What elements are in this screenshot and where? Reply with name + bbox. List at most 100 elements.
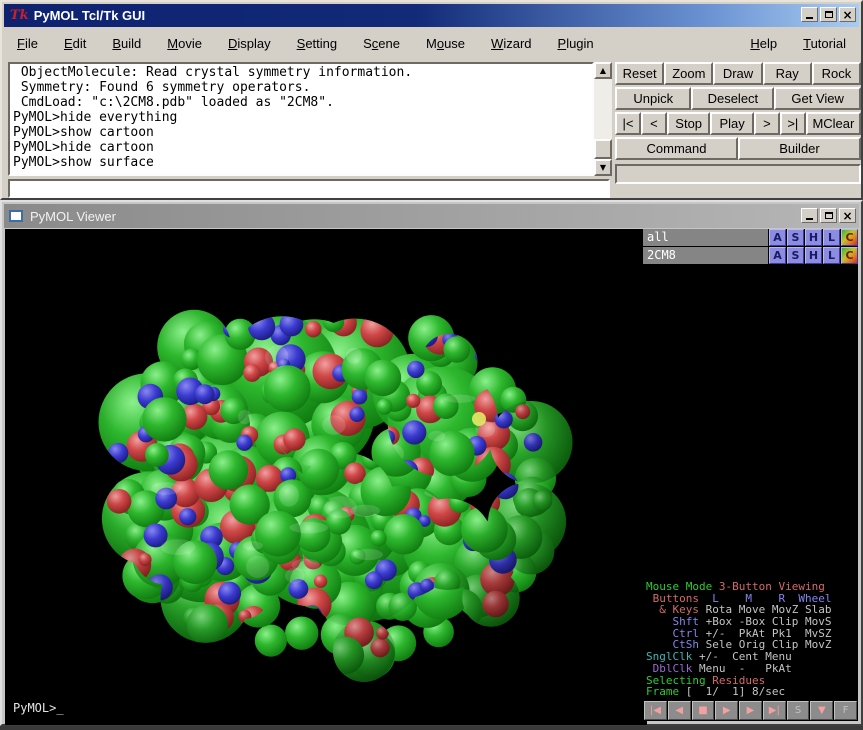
expand-icon: ▼ (818, 706, 826, 716)
button-row-3: |<<StopPlay>>|MClear (615, 112, 861, 135)
console-line: PyMOL>hide everything (13, 110, 589, 125)
tk-logo-icon: Tk (10, 8, 29, 23)
menu-item-display[interactable]: Display (215, 32, 284, 55)
btn-button[interactable]: < (641, 112, 667, 135)
play-button[interactable]: ▶ (715, 701, 738, 720)
menu-item-movie[interactable]: Movie (154, 32, 215, 55)
viewer-window-icon (9, 210, 23, 222)
object-side-panel: allASHLC2CM8ASHLC Mouse Mode 3-Button Vi… (643, 229, 858, 721)
maximize-button[interactable] (820, 208, 837, 223)
menu-item-plugin[interactable]: Plugin (545, 32, 607, 55)
maximize-icon (825, 11, 833, 18)
object-all-button-h[interactable]: H (805, 229, 822, 246)
mclear-button[interactable]: MClear (806, 112, 861, 135)
movie-vcr-controls: |◀◀ ■ ▶ ▶ ▶| S ▼ F (644, 701, 857, 720)
command-input[interactable] (8, 179, 610, 198)
menu-item-edit[interactable]: Edit (51, 32, 99, 55)
menu-item-build[interactable]: Build (99, 32, 154, 55)
step-forward-icon: ▶ (747, 706, 755, 716)
maximize-button[interactable] (820, 7, 837, 22)
minimize-button[interactable] (801, 208, 818, 223)
btn-button[interactable]: > (754, 112, 780, 135)
ray-button[interactable]: Ray (763, 62, 812, 85)
stop-icon: ■ (698, 706, 707, 716)
object-2cm8-button-c[interactable]: C (841, 247, 858, 264)
fullscreen-icon: F (843, 706, 849, 716)
command-button[interactable]: Command (615, 137, 738, 160)
tk-gui-titlebar[interactable]: Tk PyMOL Tcl/Tk GUI × (4, 4, 859, 27)
deselect-button[interactable]: Deselect (691, 87, 774, 110)
object-row-2cm8: 2CM8ASHLC (643, 247, 858, 264)
rock-button[interactable]: Rock (812, 62, 861, 85)
btn-button[interactable]: >| (780, 112, 806, 135)
expand-button[interactable]: ▼ (810, 701, 833, 720)
console-scrollbar[interactable]: ▲ ▼ (594, 62, 612, 176)
object-2cm8-button-l[interactable]: L (823, 247, 840, 264)
close-button[interactable]: × (839, 7, 856, 22)
object-all-button-c[interactable]: C (841, 229, 858, 246)
forward-end-button[interactable]: ▶| (763, 701, 786, 720)
menu-item-setting[interactable]: Setting (284, 32, 350, 55)
step-forward-button[interactable]: ▶ (739, 701, 762, 720)
console-line: PyMOL>show surface (13, 155, 589, 170)
console-line: Symmetry: Found 6 symmetry operators. (13, 80, 589, 95)
molecule-viewport[interactable] (5, 229, 647, 725)
fullscreen-button[interactable]: F (834, 701, 857, 720)
object-2cm8-button-h[interactable]: H (805, 247, 822, 264)
tk-gui-title: PyMOL Tcl/Tk GUI (34, 8, 145, 23)
control-button-panel: ResetZoomDrawRayRockUnpickDeselectGet Vi… (615, 62, 861, 184)
stop-button[interactable]: ■ (692, 701, 715, 720)
scroll-down-icon[interactable]: ▼ (594, 159, 612, 176)
molecule-surface-2cm8-surface (5, 229, 647, 725)
console-line: PyMOL>hide cartoon (13, 140, 589, 155)
viewer-window: PyMOL Viewer × PyMOL>_ allASHLC2CM8ASHLC… (0, 200, 863, 726)
close-button[interactable]: × (839, 208, 856, 223)
unpick-button[interactable]: Unpick (615, 87, 691, 110)
console-line: PyMOL>show cartoon (13, 125, 589, 140)
scrollbar-thumb[interactable] (594, 139, 612, 159)
btn-button[interactable]: |< (615, 112, 641, 135)
minimize-button[interactable] (801, 7, 818, 22)
minimize-icon (806, 17, 813, 19)
output-console[interactable]: ObjectMolecule: Read crystal symmetry in… (8, 62, 594, 176)
viewer-command-prompt[interactable]: PyMOL>_ (13, 701, 64, 715)
button-row-1: ResetZoomDrawRayRock (615, 62, 861, 85)
draw-button[interactable]: Draw (713, 62, 762, 85)
builder-button[interactable]: Builder (738, 137, 861, 160)
scroll-up-icon[interactable]: ▲ (594, 62, 612, 79)
menu-item-file[interactable]: File (4, 32, 51, 55)
console-line: ObjectMolecule: Read crystal symmetry in… (13, 65, 589, 80)
maximize-icon (825, 212, 833, 219)
menu-bar: FileEditBuildMovieDisplaySettingSceneMou… (4, 27, 859, 59)
menu-item-mouse[interactable]: Mouse (413, 32, 478, 55)
button-row-4: CommandBuilder (615, 137, 861, 160)
minimize-icon (806, 218, 813, 220)
menu-item-tutorial[interactable]: Tutorial (790, 32, 859, 55)
menu-item-scene[interactable]: Scene (350, 32, 413, 55)
viewer-titlebar[interactable]: PyMOL Viewer × (4, 204, 859, 228)
get-view-button[interactable]: Get View (774, 87, 861, 110)
panel-status-field (615, 164, 861, 184)
step-back-button[interactable]: ◀ (668, 701, 691, 720)
rewind-start-button[interactable]: |◀ (644, 701, 667, 720)
button-row-2: UnpickDeselectGet View (615, 87, 861, 110)
object-2cm8-button-a[interactable]: A (769, 247, 786, 264)
menu-item-wizard[interactable]: Wizard (478, 32, 544, 55)
play-button[interactable]: Play (710, 112, 754, 135)
menu-item-help[interactable]: Help (737, 32, 790, 55)
stop-button[interactable]: Stop (667, 112, 711, 135)
viewer-title: PyMOL Viewer (30, 209, 116, 224)
forward-end-icon: ▶| (769, 706, 780, 716)
object-2cm8-button-s[interactable]: S (787, 247, 804, 264)
object-all-button-a[interactable]: A (769, 229, 786, 246)
reset-button[interactable]: Reset (615, 62, 664, 85)
viewer-content: PyMOL>_ allASHLC2CM8ASHLC Mouse Mode 3-B… (5, 229, 858, 721)
zoom-button[interactable]: Zoom (664, 62, 713, 85)
object-all-button-s[interactable]: S (787, 229, 804, 246)
object-name-all[interactable]: all (643, 229, 768, 246)
object-all-button-l[interactable]: L (823, 229, 840, 246)
console-line: CmdLoad: "c:\2CM8.pdb" loaded as "2CM8". (13, 95, 589, 110)
scene-loop-button[interactable]: S (787, 701, 810, 720)
close-icon: × (842, 8, 852, 22)
object-name-2cm8[interactable]: 2CM8 (643, 247, 768, 264)
